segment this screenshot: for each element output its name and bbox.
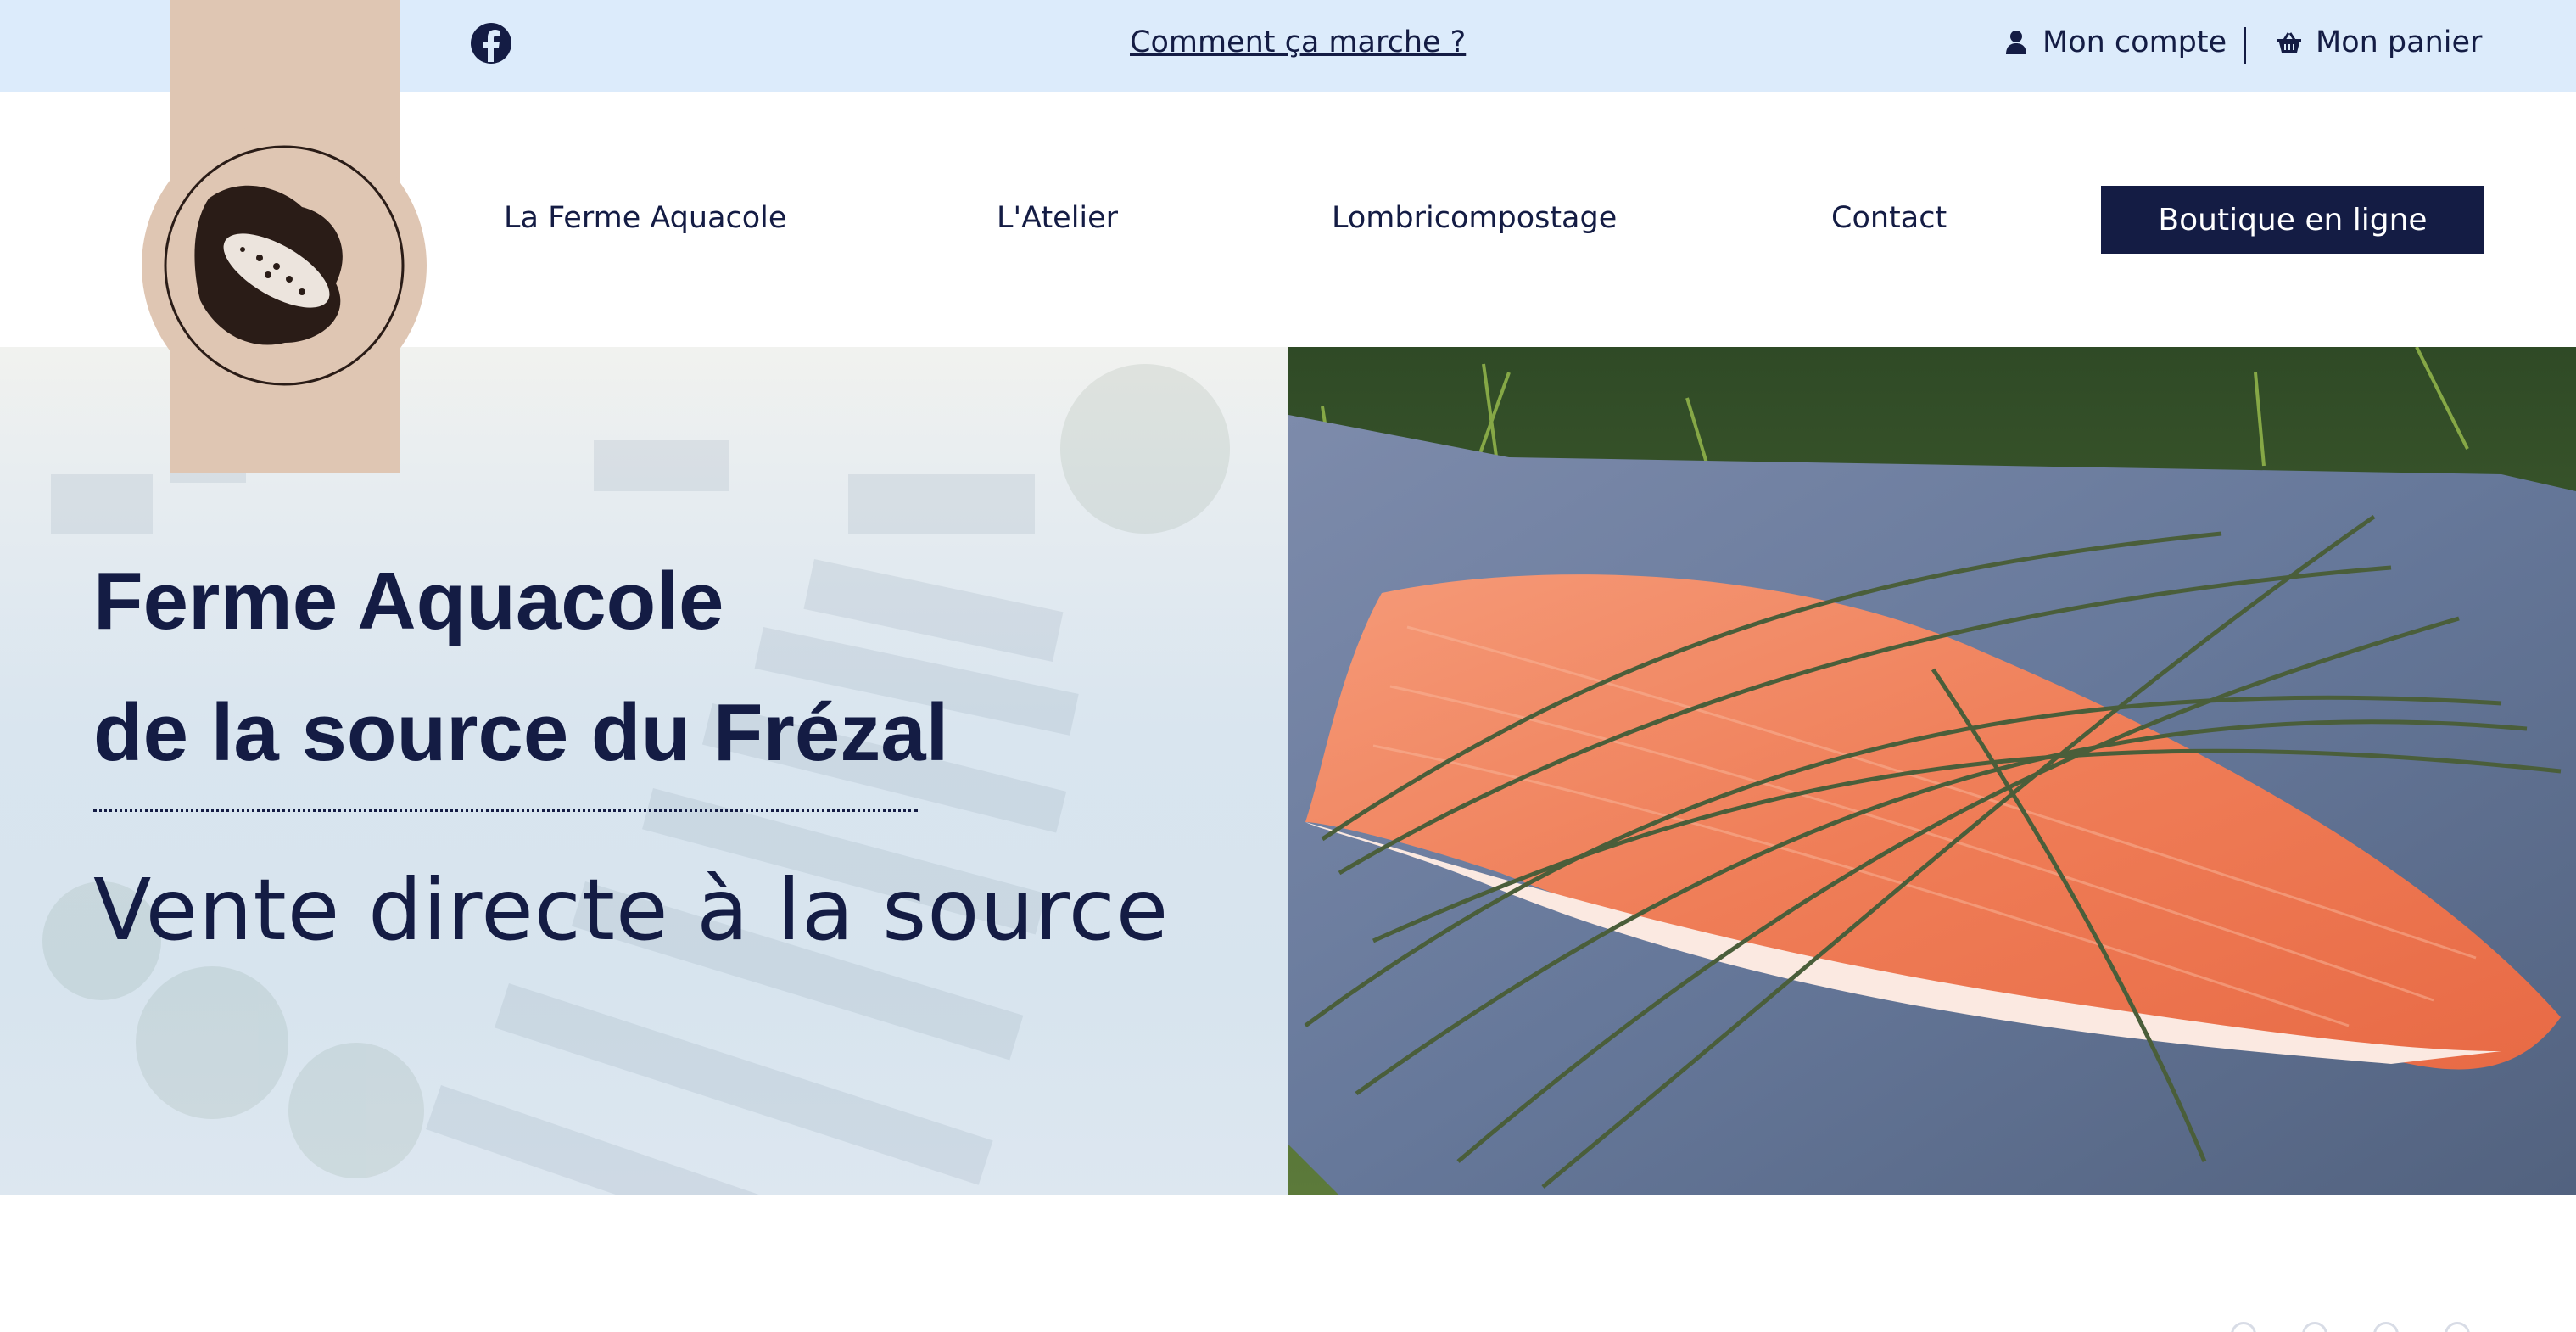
how-it-works-link[interactable]: Comment ça marche ? [1130, 25, 1466, 59]
nav-item-lombricompostage[interactable]: Lombricompostage [1332, 201, 1617, 235]
divider [2244, 27, 2246, 64]
user-icon [2006, 31, 2026, 54]
cart-label: Mon panier [2316, 25, 2483, 59]
hero-subtitle: Vente directe à la source [93, 860, 1170, 960]
trout-logo[interactable] [141, 122, 427, 409]
title-divider [93, 809, 918, 812]
trout-fillet-image [1288, 347, 2576, 1195]
nav-item-ferme-aquacole[interactable]: La Ferme Aquacole [504, 201, 786, 235]
cart-link[interactable]: Mon panier [2277, 25, 2482, 59]
carousel-dot[interactable] [2302, 1322, 2327, 1332]
online-shop-button[interactable]: Boutique en ligne [2101, 186, 2484, 254]
facebook-icon[interactable] [470, 22, 512, 64]
account-link[interactable]: Mon compte [2005, 25, 2227, 59]
account-label: Mon compte [2042, 25, 2227, 59]
hero-left-panel: Ferme Aquacole de la source du Frézal Ve… [0, 347, 1288, 1195]
hero-title-line2: de la source du Frézal [93, 687, 949, 778]
hero-title-line1: Ferme Aquacole [93, 556, 724, 646]
nav-item-contact[interactable]: Contact [1831, 201, 1947, 235]
carousel-dot[interactable] [2445, 1322, 2470, 1332]
carousel-dot[interactable] [2373, 1322, 2399, 1332]
carousel-dot[interactable] [2231, 1322, 2256, 1332]
carousel-dots [2231, 1322, 2470, 1332]
nav-item-atelier[interactable]: L'Atelier [997, 201, 1118, 235]
basket-icon [2277, 32, 2301, 53]
